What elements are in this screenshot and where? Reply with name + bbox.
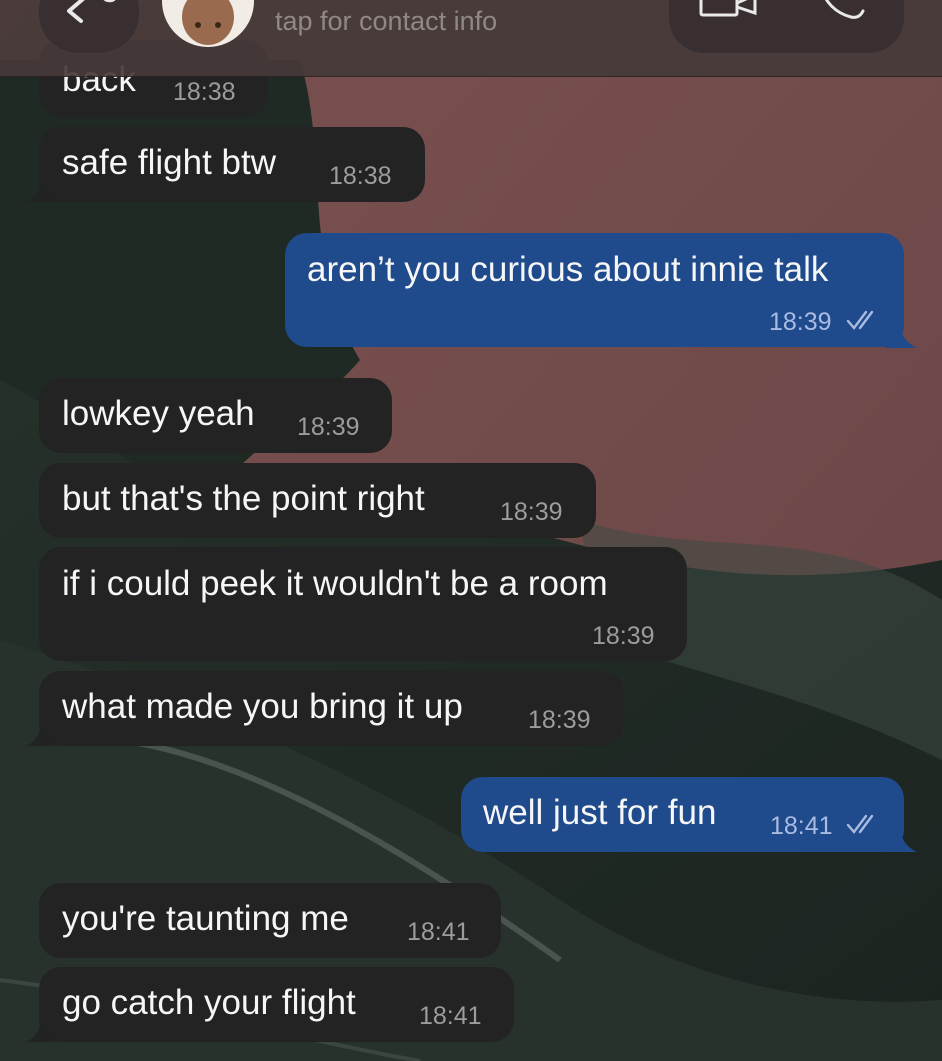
message-text: go catch your flight bbox=[62, 983, 356, 1022]
message-bubble: go catch your flight 18:41 bbox=[39, 967, 514, 1042]
phone-icon[interactable] bbox=[821, 0, 865, 19]
chevron-left-icon bbox=[67, 0, 85, 23]
contact-info-link[interactable]: tap for contact info bbox=[275, 6, 497, 37]
message-time: 18:39 bbox=[500, 498, 563, 526]
contact-avatar[interactable] bbox=[162, 0, 254, 47]
message-time: 18:41 bbox=[419, 1002, 482, 1030]
message-bubble: lowkey yeah 18:39 bbox=[39, 378, 392, 453]
message-text: but that's the point right bbox=[62, 479, 425, 518]
message-bubble: safe flight btw 18:38 bbox=[39, 127, 425, 202]
call-actions bbox=[668, 0, 905, 54]
message-bubble: well just for fun 18:41 bbox=[461, 777, 904, 852]
message-bubble: but that's the point right 18:39 bbox=[39, 463, 596, 538]
message-time: 18:39 bbox=[297, 413, 360, 441]
message-time: 18:39 bbox=[592, 622, 655, 650]
message-time: 18:38 bbox=[173, 78, 236, 106]
read-receipt-icon bbox=[846, 814, 874, 834]
message-time: 18:39 bbox=[769, 308, 832, 336]
message-time: 18:41 bbox=[770, 812, 833, 840]
message-text: if i could peek it wouldn't be a room bbox=[62, 564, 608, 603]
message-text: aren’t you curious about innie talk bbox=[307, 250, 829, 289]
read-receipt-icon bbox=[846, 310, 874, 330]
unread-count: 5 bbox=[101, 0, 119, 7]
message-text: what made you bring it up bbox=[62, 687, 463, 726]
message-time: 18:41 bbox=[407, 918, 470, 946]
message-text: safe flight btw bbox=[62, 143, 276, 182]
message-time: 18:38 bbox=[329, 162, 392, 190]
message-text: you're taunting me bbox=[62, 899, 349, 938]
message-time: 18:39 bbox=[528, 706, 591, 734]
video-call-icon[interactable] bbox=[699, 0, 759, 17]
back-button[interactable]: 5 bbox=[38, 0, 140, 54]
message-text: well just for fun bbox=[483, 793, 717, 832]
message-bubble: if i could peek it wouldn't be a room 18… bbox=[39, 547, 687, 661]
message-bubble: what made you bring it up 18:39 bbox=[39, 671, 624, 746]
message-bubble: you're taunting me 18:41 bbox=[39, 883, 501, 958]
message-bubble: aren’t you curious about innie talk 18:3… bbox=[285, 233, 904, 347]
message-text: lowkey yeah bbox=[62, 394, 255, 433]
chat-header: 5 tap for contact info bbox=[0, 0, 942, 77]
